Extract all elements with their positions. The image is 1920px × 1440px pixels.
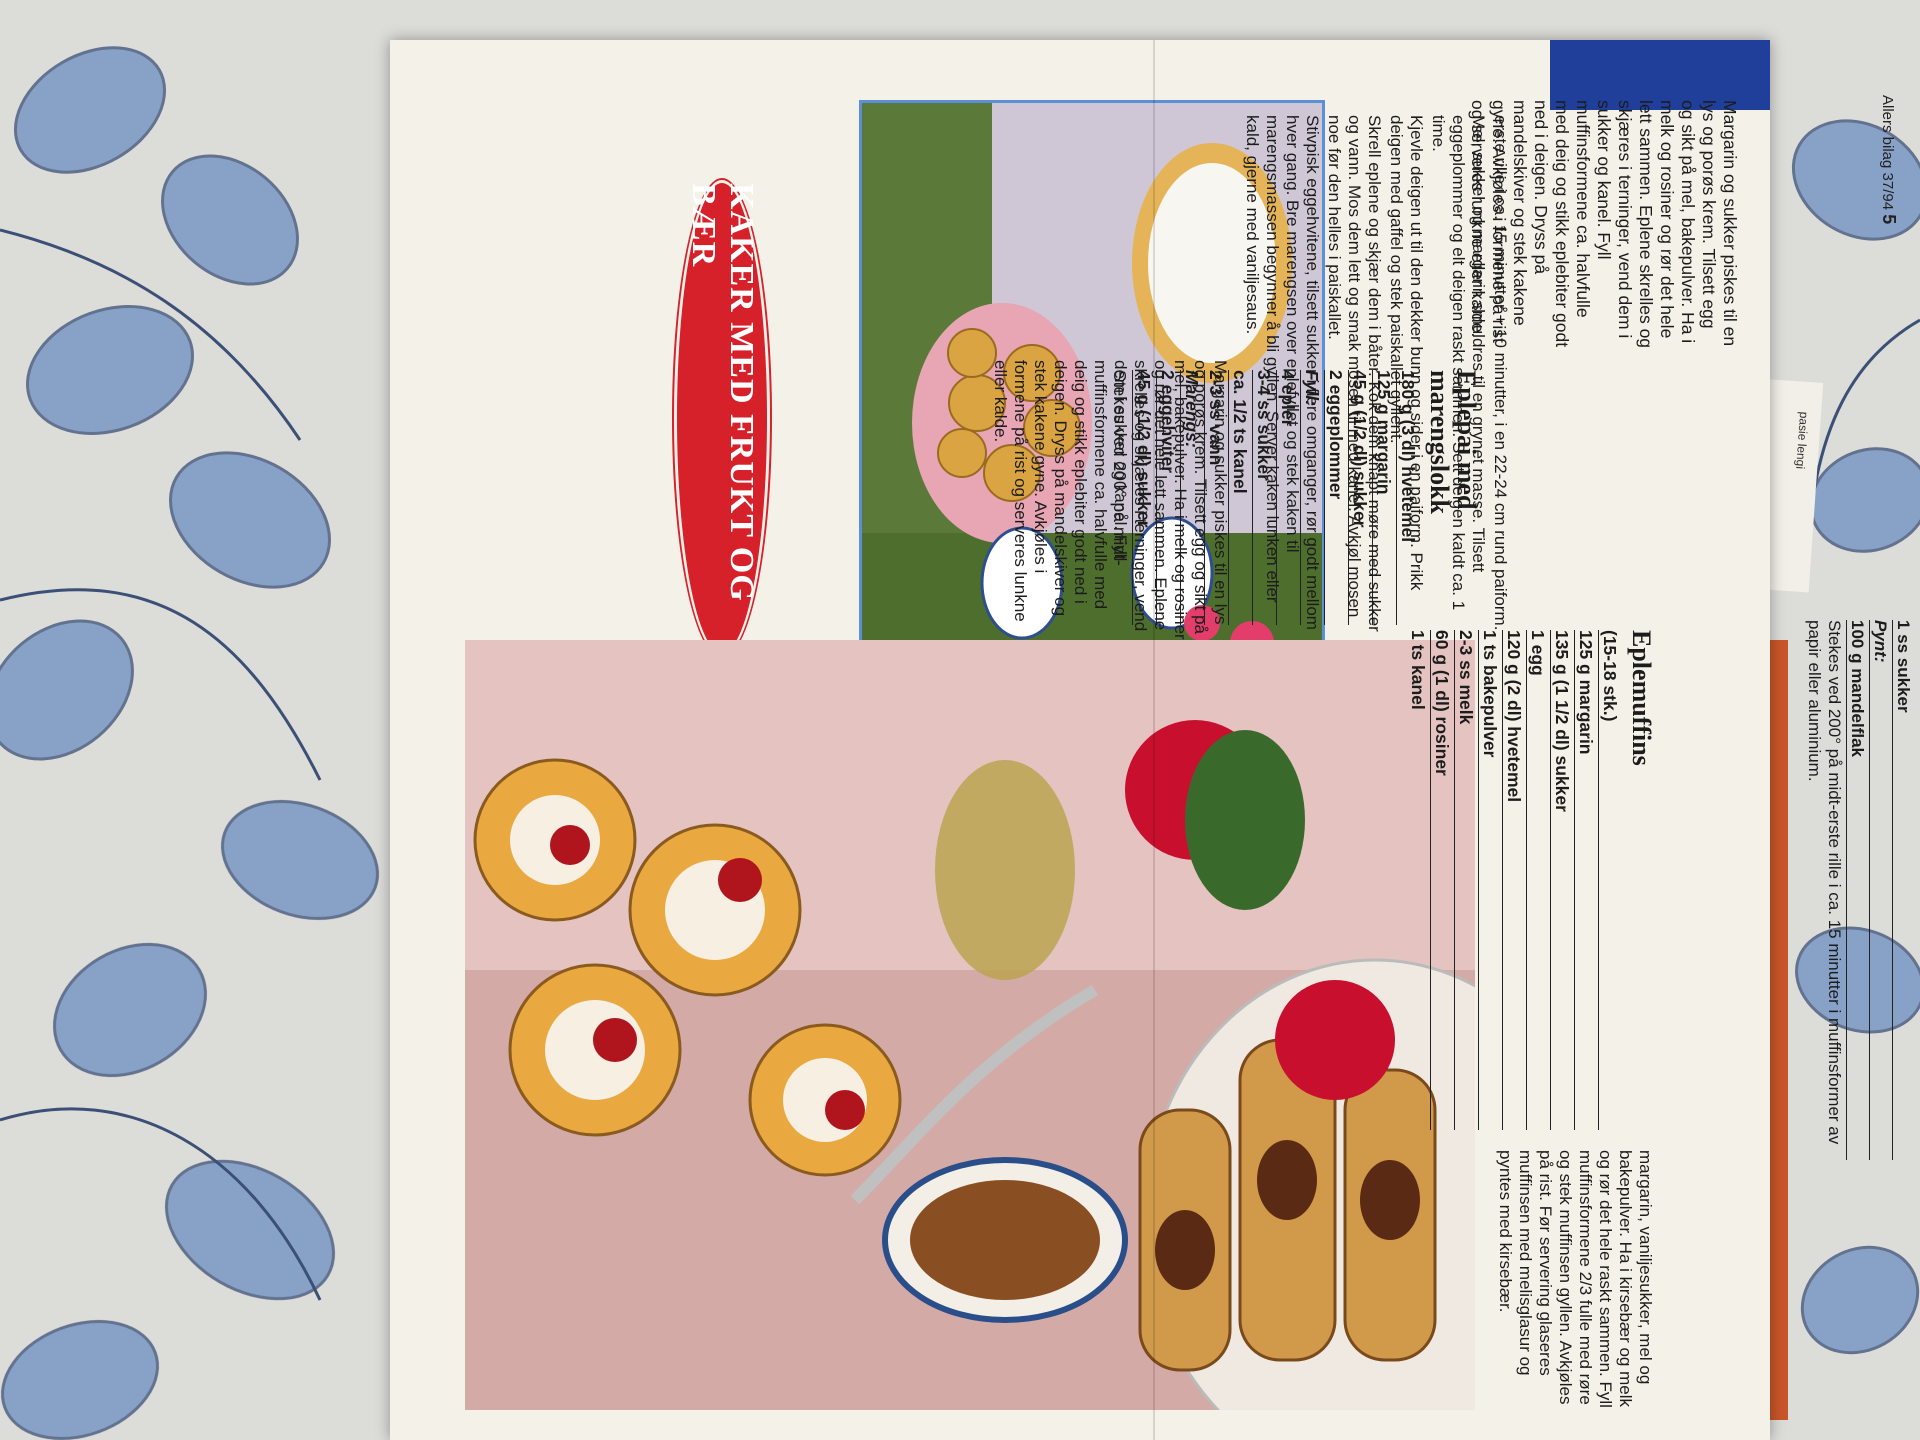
photo-muffins-strudel [465,640,1475,1410]
recipe-cont-block: margarin, vaniljesukker, mel og bakepulv… [1395,1150,1655,1420]
page-number: 5 [1879,214,1899,225]
ingredient: 125 g margarin [1575,630,1599,1130]
method-para: Skrell eplene og skjær dem i båter. Kok … [1325,115,1384,632]
method-para: Stekes ved 200° på midt-erste rille i ca… [1804,620,1847,1160]
method-para: Kjevle deigen ut til den dekker bunn og … [1387,115,1426,591]
ingredient: 60 g (1 dl) rosiner [1431,630,1455,1130]
ingredient: 2-3 ss melk [1455,630,1479,1130]
ingredient: 1 ss sukker [1894,620,1913,713]
ingredient: (15-18 stk.) [1600,630,1620,722]
ingredient: 120 g (2 dl) hvetemel [1503,630,1527,1130]
pynt-label: Pynt: [1870,620,1893,1160]
recipe2-right-block: Allers bilag 37/94 5 [1655,95,1905,555]
recipe1-title: Eplemuffins [1627,630,1656,766]
ingredient: 100 g mandelflak [1847,620,1870,1160]
method-para: Mel, sukker og margarin smuldres til en … [1429,115,1488,611]
method-para: margarin, vaniljesukker, mel og bakepulv… [1496,1150,1655,1408]
recipe1-method-cont: Margarin og sukker piskes til en lys og … [990,360,1230,640]
method-para: Margarin og sukker piskes til en lys og … [991,360,1230,640]
ingredient: 1 ts kanel [1407,630,1431,1130]
ingredient: 135 g (1 1/2 dl) sukker [1551,630,1575,1130]
page-title: KAKER MED FRUKT OG BÆR [674,180,770,656]
method-para: Stivpisk eggehvitene, tilsett sukker i f… [1243,115,1322,630]
folio-text: Allers bilag 37/94 [1879,95,1896,211]
recipe1-pynt-block: 1 ss sukker Pynt: 100 g mandelflak Steke… [1655,620,1915,1160]
method-para: erste rille i ca. 15 minutter + 10 minut… [1491,115,1510,631]
ingredient: 1 egg [1527,630,1551,1130]
ingredient: 1 ts bakepulver [1479,630,1503,1130]
recipe1-card: Eplemuffins (15-18 stk.) 125 g margarin … [1395,630,1656,1130]
